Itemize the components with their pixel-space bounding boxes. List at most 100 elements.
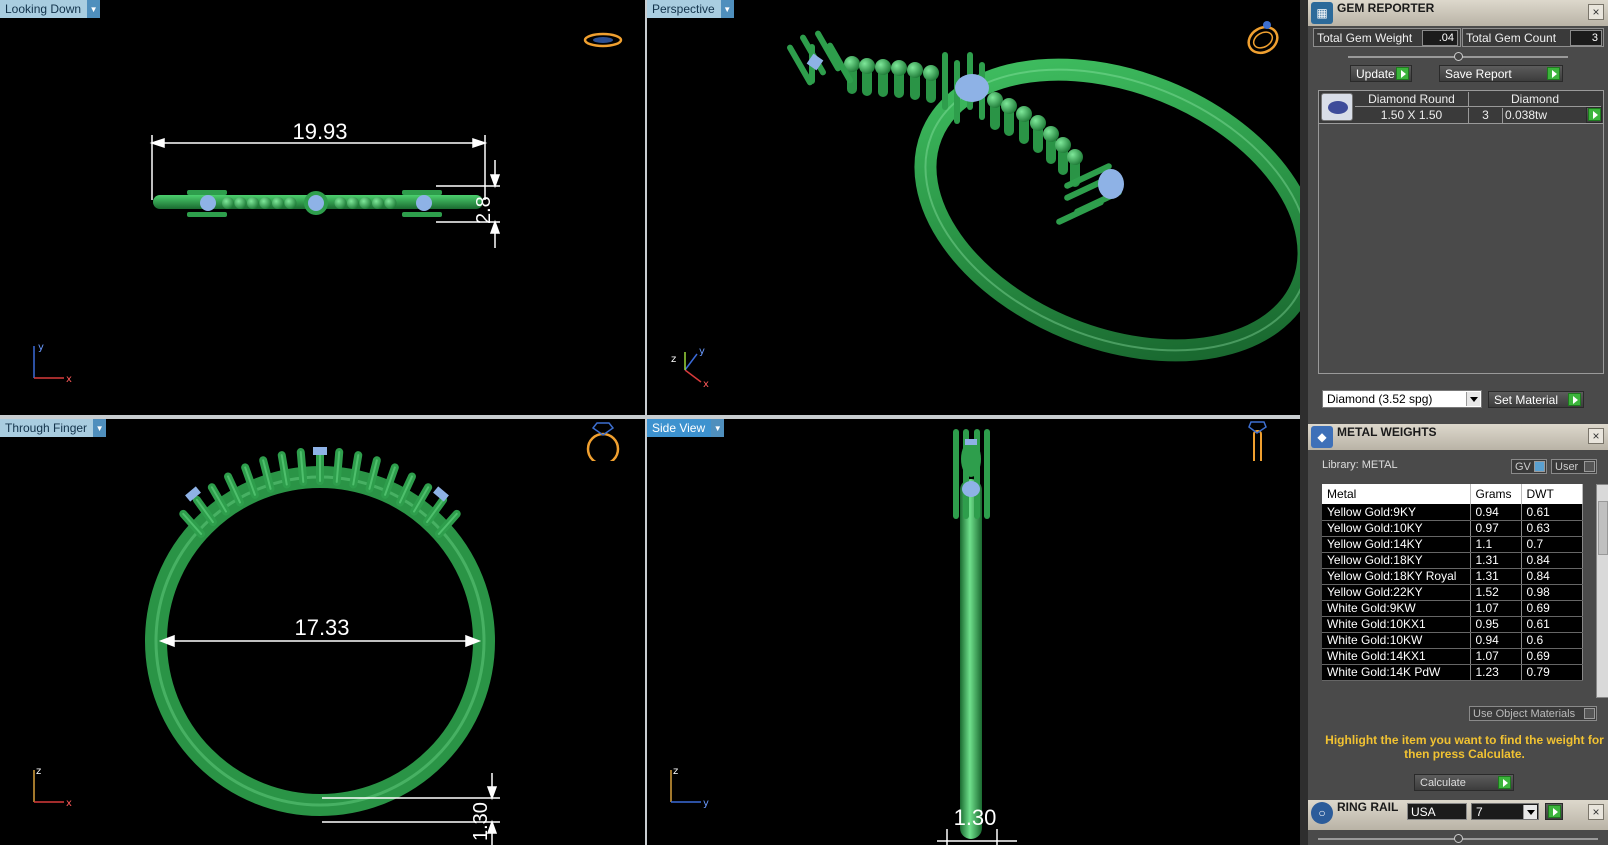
viewport-perspective[interactable]: Perspective ▼ x y z (647, 0, 1300, 415)
update-button-label: Update (1356, 66, 1395, 81)
play-icon (1588, 108, 1601, 121)
update-button[interactable]: Update (1350, 65, 1412, 82)
ring-rail-go-button[interactable] (1545, 803, 1563, 820)
cell-grams: 1.52 (1470, 584, 1522, 601)
slider-knob[interactable] (1454, 52, 1463, 61)
ring-rail-slider[interactable] (1318, 834, 1598, 843)
cell-grams: 0.95 (1470, 616, 1522, 633)
axis-triad: z y (670, 766, 709, 809)
ring-rail-header: ○ RING RAIL USA 7 × (1308, 800, 1608, 830)
ring-rail-icon: ○ (1311, 802, 1333, 824)
material-select[interactable]: Diamond (3.52 spg) (1322, 390, 1482, 408)
user-toggle[interactable]: User (1551, 459, 1597, 474)
metal-weights-title: METAL WEIGHTS (1337, 425, 1437, 439)
view-cube-top-icon[interactable] (582, 22, 624, 64)
table-row[interactable]: White Gold:10KX1 0.95 0.61 (1322, 616, 1583, 633)
cell-dwt: 0.84 (1521, 552, 1583, 569)
play-icon (1498, 776, 1511, 789)
cell-grams: 1.1 (1470, 536, 1522, 553)
view-cube-perspective-icon[interactable] (1241, 16, 1283, 58)
cell-metal: Yellow Gold:22KY (1322, 584, 1471, 601)
ring-band (960, 479, 982, 839)
viewport-through-finger[interactable]: Through Finger ▼ 17.33 1.30 z x (0, 419, 645, 845)
ring-size-select[interactable]: 7 (1471, 803, 1539, 820)
toggle-on-icon (1534, 461, 1545, 472)
gem-material: Diamond (1469, 92, 1601, 107)
gem-reporter-slider[interactable] (1348, 52, 1568, 61)
set-material-button[interactable]: Set Material (1488, 391, 1584, 408)
calculate-hint: Highlight the item you want to find the … (1325, 733, 1604, 761)
axis-triad: x y z (671, 346, 709, 390)
calculate-button[interactable]: Calculate (1414, 774, 1514, 791)
table-row[interactable]: Yellow Gold:9KY 0.94 0.61 (1322, 504, 1583, 521)
save-report-label: Save Report (1445, 66, 1512, 81)
table-row[interactable]: White Gold:9KW 1.07 0.69 (1322, 600, 1583, 617)
metal-weights-icon: ◆ (1311, 426, 1333, 448)
table-row[interactable]: White Gold:10KW 0.94 0.6 (1322, 632, 1583, 649)
cell-dwt: 0.6 (1521, 632, 1583, 649)
viewport-looking-down[interactable]: Looking Down ▼ 19.93 2.8 y x (0, 0, 645, 415)
column-header-metal[interactable]: Metal (1322, 484, 1471, 504)
dimension-thickness-label: 1.30 (470, 802, 492, 841)
gem-reporter-header: ▦ GEM REPORTER × (1308, 0, 1608, 26)
cell-dwt: 0.84 (1521, 568, 1583, 585)
metal-weights-table: Metal Grams DWT Yellow Gold:9KY 0.94 0.61 Y… (1322, 484, 1583, 681)
prong-setting-left (787, 30, 853, 86)
cell-metal: White Gold:9KW (1322, 600, 1471, 617)
metal-table-scrollbar[interactable] (1596, 484, 1608, 698)
cell-metal: White Gold:14K PdW (1322, 664, 1471, 681)
viewport-splitter-horizontal[interactable] (0, 415, 1300, 419)
axis-z-label: z (673, 766, 678, 777)
total-weight-value: .04 (1422, 30, 1458, 46)
table-row[interactable]: Yellow Gold:10KY 0.97 0.63 (1322, 520, 1583, 537)
axis-y-label: y (703, 798, 709, 809)
cell-grams: 1.31 (1470, 568, 1522, 585)
gem-center (308, 195, 324, 211)
save-report-button[interactable]: Save Report (1439, 65, 1563, 82)
ring-rail-country[interactable]: USA (1407, 803, 1467, 820)
jewelry-cad-app: Looking Down ▼ 19.93 2.8 y x Perspective… (0, 0, 1608, 845)
gem-center (313, 447, 327, 455)
ring-perspective-view (787, 30, 1300, 362)
use-object-materials-toggle[interactable]: Use Object Materials (1469, 706, 1597, 721)
side-panel: ▦ GEM REPORTER × Total Gem Weight .04 To… (1300, 0, 1608, 845)
chevron-down-icon (1466, 392, 1480, 406)
cell-dwt: 0.61 (1521, 616, 1583, 633)
prong-setting-center (304, 191, 328, 215)
gem-right (1098, 169, 1124, 199)
gem-count: 3 (1469, 108, 1503, 123)
cell-metal: Yellow Gold:9KY (1322, 504, 1471, 521)
table-row[interactable]: Yellow Gold:14KY 1.1 0.7 (1322, 536, 1583, 553)
slider-knob[interactable] (1454, 834, 1463, 843)
close-icon[interactable]: × (1588, 428, 1604, 444)
close-icon[interactable]: × (1588, 4, 1604, 20)
table-row[interactable]: Yellow Gold:22KY 1.52 0.98 (1322, 584, 1583, 601)
toggle-off-icon (1584, 708, 1595, 719)
view-cube-side-icon[interactable] (1237, 419, 1279, 461)
viewport-splitter-vertical[interactable] (645, 0, 647, 845)
gv-toggle[interactable]: GV (1511, 459, 1547, 474)
table-row[interactable]: White Gold:14K PdW 1.23 0.79 (1322, 664, 1583, 681)
use-object-materials-label: Use Object Materials (1473, 707, 1576, 720)
ring-top-view: 19.93 2.8 (149, 119, 501, 248)
cell-grams: 1.07 (1470, 648, 1522, 665)
dimension-width-label: 19.93 (292, 119, 347, 144)
chevron-down-icon (1523, 805, 1537, 819)
cell-grams: 1.07 (1470, 600, 1522, 617)
table-row[interactable]: Yellow Gold:18KY Royal 1.31 0.84 (1322, 568, 1583, 585)
scrollbar-thumb[interactable] (1598, 501, 1608, 555)
gem-row-go-button[interactable] (1586, 107, 1602, 123)
gem-right (416, 195, 432, 211)
close-icon[interactable]: × (1588, 804, 1604, 820)
gem-row[interactable]: Diamond Round Diamond 1.50 X 1.50 3 0.03… (1318, 90, 1604, 124)
table-row[interactable]: Yellow Gold:18KY 1.31 0.84 (1322, 552, 1583, 569)
column-header-grams[interactable]: Grams (1470, 484, 1522, 504)
column-header-dwt[interactable]: DWT (1521, 484, 1583, 504)
material-select-value: Diamond (3.52 spg) (1327, 392, 1433, 406)
axis-x-label: x (66, 798, 72, 809)
viewport-side-view[interactable]: Side View ▼ 1.30 z y (647, 419, 1300, 845)
table-row[interactable]: White Gold:14KX1 1.07 0.69 (1322, 648, 1583, 665)
cell-metal: Yellow Gold:18KY Royal (1322, 568, 1471, 585)
view-cube-front-icon[interactable] (582, 419, 624, 461)
gem-center (955, 74, 989, 102)
